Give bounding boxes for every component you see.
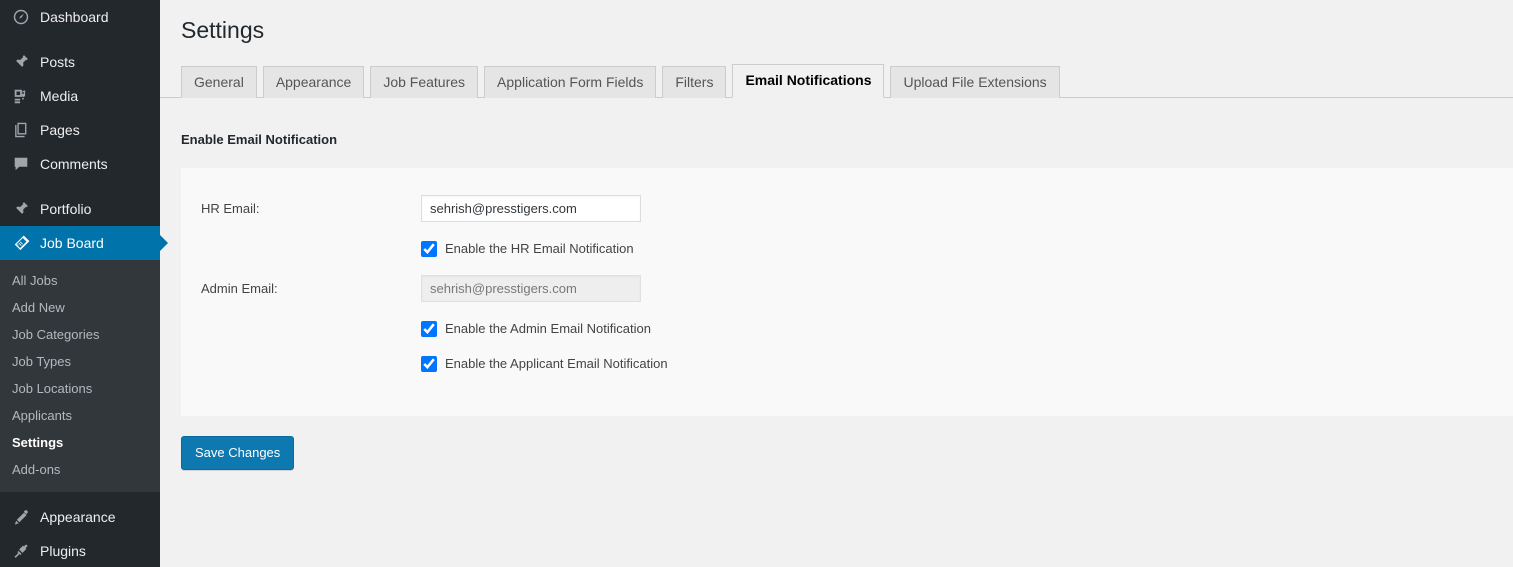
table-row: Enable the HR Email Notification [181,236,1513,262]
comments-icon [11,154,31,174]
section-heading: Enable Email Notification [160,98,1513,149]
job-board-submenu: All Jobs Add New Job Categories Job Type… [0,260,160,492]
sidebar-item-label: Appearance [40,500,116,534]
sidebar-item-portfolio[interactable]: Portfolio [0,192,160,226]
sidebar-item-posts[interactable]: Posts [0,45,160,79]
admin-email-label: Admin Email: [181,262,421,316]
sidebar-item-dashboard[interactable]: Dashboard [0,0,160,34]
hr-email-cell [421,182,1513,236]
hr-email-field[interactable] [421,195,641,222]
sidebar-item-plugins[interactable]: Plugins [0,534,160,567]
tab-filters[interactable]: Filters [662,66,726,98]
pin-icon [11,52,31,72]
media-icon [11,86,31,106]
sidebar-item-label: Posts [40,45,75,79]
sidebar-item-label: Job Board [40,226,104,260]
admin-sidebar: Dashboard Posts Media [0,0,160,567]
sidebar-primary-menu: Dashboard Posts Media [0,0,160,260]
admin-email-notification-toggle[interactable]: Enable the Admin Email Notification [421,320,1503,338]
sidebar-item-label: Portfolio [40,192,91,226]
sidebar-item-label: Dashboard [40,0,109,34]
tab-general[interactable]: General [181,66,257,98]
pages-icon [11,120,31,140]
submit-bar: Save Changes [160,416,1513,470]
tab-appearance[interactable]: Appearance [263,66,365,98]
hr-email-checkbox-cell: Enable the HR Email Notification [421,236,1513,262]
spacer-cell [181,236,421,262]
tab-application-form-fields[interactable]: Application Form Fields [484,66,656,98]
sidebar-secondary-menu: Appearance Plugins [0,500,160,567]
admin-email-checkbox-cell: Enable the Admin Email Notification [421,316,1513,342]
sidebar-item-appearance[interactable]: Appearance [0,500,160,534]
admin-email-notification-checkbox[interactable] [421,321,437,337]
table-row: HR Email: [181,182,1513,236]
sidebar-item-label: Plugins [40,534,86,567]
table-row: Admin Email: [181,262,1513,316]
table-row: Enable the Admin Email Notification [181,316,1513,342]
main-content: Settings General Appearance Job Features… [160,0,1513,567]
submenu-item-job-locations[interactable]: Job Locations [0,375,160,402]
sidebar-item-comments[interactable]: Comments [0,147,160,181]
applicant-email-checkbox-cell: Enable the Applicant Email Notification [421,342,1513,379]
tab-email-notifications[interactable]: Email Notifications [732,64,884,98]
spacer-cell [181,342,421,379]
hr-email-label: HR Email: [181,182,421,236]
admin-email-notification-label: Enable the Admin Email Notification [445,320,651,338]
save-changes-button[interactable]: Save Changes [181,436,294,470]
hr-email-notification-label: Enable the HR Email Notification [445,240,634,258]
applicant-email-notification-label: Enable the Applicant Email Notification [445,355,668,373]
job-board-icon [11,233,31,253]
plug-icon [11,541,31,561]
table-row: Enable the Applicant Email Notification [181,342,1513,379]
submenu-item-job-types[interactable]: Job Types [0,348,160,375]
sidebar-item-pages[interactable]: Pages [0,113,160,147]
submenu-item-job-categories[interactable]: Job Categories [0,321,160,348]
submenu-item-applicants[interactable]: Applicants [0,402,160,429]
submenu-item-settings[interactable]: Settings [0,429,160,456]
submenu-item-all-jobs[interactable]: All Jobs [0,267,160,294]
submenu-item-add-ons[interactable]: Add-ons [0,456,160,483]
tab-job-features[interactable]: Job Features [370,66,478,98]
settings-tab-bar: General Appearance Job Features Applicat… [160,64,1513,98]
hr-email-notification-toggle[interactable]: Enable the HR Email Notification [421,240,1503,258]
sidebar-item-label: Pages [40,113,80,147]
tabs: General Appearance Job Features Applicat… [181,64,1513,97]
dashboard-icon [11,7,31,27]
hr-email-notification-checkbox[interactable] [421,241,437,257]
email-settings-table: HR Email: Enable the HR Email Notificati… [181,182,1513,379]
sidebar-item-media[interactable]: Media [0,79,160,113]
sidebar-item-label: Media [40,79,78,113]
spacer-cell [181,316,421,342]
submenu-item-add-new[interactable]: Add New [0,294,160,321]
page-title: Settings [160,0,1513,45]
admin-email-field [421,275,641,302]
email-notification-form-panel: HR Email: Enable the HR Email Notificati… [181,168,1513,416]
admin-email-cell [421,262,1513,316]
pin-icon [11,199,31,219]
admin-screen: Dashboard Posts Media [0,0,1513,567]
sidebar-item-label: Comments [40,147,108,181]
tab-upload-file-extensions[interactable]: Upload File Extensions [890,66,1059,98]
sidebar-item-job-board[interactable]: Job Board [0,226,160,260]
applicant-email-notification-checkbox[interactable] [421,356,437,372]
applicant-email-notification-toggle[interactable]: Enable the Applicant Email Notification [421,355,1503,373]
brush-icon [11,507,31,527]
